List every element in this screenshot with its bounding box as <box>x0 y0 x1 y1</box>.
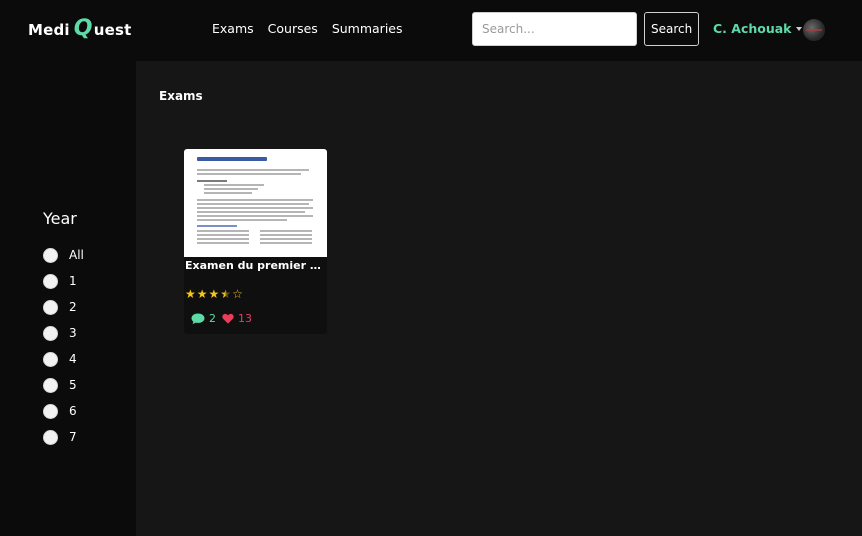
year-option-2[interactable]: 2 <box>43 294 84 320</box>
thumbnail-text-line <box>260 242 312 244</box>
thumbnail-text-line <box>197 219 287 221</box>
year-option-label: 5 <box>69 378 77 392</box>
star-full-icon: ★ <box>208 287 220 301</box>
thumbnail-text-line <box>260 230 312 232</box>
exam-card-title[interactable]: Examen du premier tri... <box>184 259 327 272</box>
rating-stars: ★ ★ ★ ★ ☆ <box>185 288 243 300</box>
year-option-label: 3 <box>69 326 77 340</box>
year-option-5[interactable]: 5 <box>43 372 84 398</box>
main-content: Exams Examen du premier tri... ★ ★ ★ ★ ☆… <box>136 61 862 536</box>
year-option-7[interactable]: 7 <box>43 424 84 450</box>
brand-suffix: uest <box>93 21 132 39</box>
user-menu[interactable]: C. Achouak <box>713 21 802 36</box>
year-option-3[interactable]: 3 <box>43 320 84 346</box>
year-radio[interactable] <box>43 325 58 341</box>
comment-count: 2 <box>209 312 216 325</box>
star-full-icon: ★ <box>185 287 196 301</box>
thumbnail-text-line <box>197 230 249 232</box>
thumbnail-text-line <box>260 238 312 240</box>
brand-logo[interactable]: Medi Q uest <box>28 18 131 40</box>
thumbnail-heading-line <box>197 157 267 161</box>
exam-thumbnail[interactable] <box>184 149 327 257</box>
year-option-label: 4 <box>69 352 77 366</box>
thumbnail-text-line <box>204 192 252 194</box>
nav-link-courses[interactable]: Courses <box>268 21 318 36</box>
thumbnail-text-line <box>197 173 301 175</box>
nav-link-summaries[interactable]: Summaries <box>332 21 403 36</box>
thumbnail-text-line <box>197 215 313 217</box>
year-option-label: 2 <box>69 300 77 314</box>
thumbnail-text-line <box>197 234 249 236</box>
year-option-label: 6 <box>69 404 77 418</box>
search-input[interactable] <box>472 12 637 46</box>
year-radio[interactable] <box>43 273 58 289</box>
thumbnail-text-line <box>197 180 227 182</box>
search-button[interactable]: Search <box>644 12 699 46</box>
comment-icon <box>191 313 205 324</box>
thumbnail-text-line <box>197 242 249 244</box>
year-filter-options: All 1 2 3 4 5 6 7 <box>43 242 84 450</box>
brand-q: Q <box>73 16 93 41</box>
section-title: Exams <box>159 89 203 103</box>
thumbnail-text-line <box>197 207 313 209</box>
year-filter-title: Year <box>43 209 77 228</box>
user-name: C. Achouak <box>713 21 792 36</box>
year-radio[interactable] <box>43 377 58 393</box>
year-option-4[interactable]: 4 <box>43 346 84 372</box>
avatar[interactable] <box>803 19 825 41</box>
card-stats: 2 13 <box>191 312 252 325</box>
thumbnail-text-line <box>204 184 264 186</box>
year-option-1[interactable]: 1 <box>43 268 84 294</box>
year-option-6[interactable]: 6 <box>43 398 84 424</box>
thumbnail-text-line <box>197 225 237 227</box>
thumbnail-text-line <box>260 234 312 236</box>
star-empty-icon: ☆ <box>232 287 243 301</box>
year-radio[interactable] <box>43 351 58 367</box>
nav-link-exams[interactable]: Exams <box>212 21 254 36</box>
year-option-label: 1 <box>69 274 77 288</box>
year-option-label: 7 <box>69 430 77 444</box>
thumbnail-text-line <box>197 203 309 205</box>
year-option-label: All <box>69 248 84 262</box>
year-radio[interactable] <box>43 247 58 263</box>
year-option-all[interactable]: All <box>43 242 84 268</box>
thumbnail-text-line <box>197 211 305 213</box>
star-half-icon: ★ <box>220 287 232 301</box>
like-count: 13 <box>238 312 252 325</box>
brand-prefix: Medi <box>28 21 70 39</box>
thumbnail-text-line <box>197 199 313 201</box>
year-radio[interactable] <box>43 429 58 445</box>
year-radio[interactable] <box>43 403 58 419</box>
thumbnail-text-line <box>197 238 249 240</box>
year-radio[interactable] <box>43 299 58 315</box>
thumbnail-text-line <box>204 188 258 190</box>
heart-icon[interactable] <box>222 313 234 324</box>
thumbnail-text-line <box>197 169 309 171</box>
sidebar: Year All 1 2 3 4 5 6 7 <box>0 61 136 536</box>
exam-card[interactable]: Examen du premier tri... ★ ★ ★ ★ ☆ 2 13 <box>184 149 327 334</box>
nav-links: Exams Courses Summaries <box>212 21 403 36</box>
top-navbar: Medi Q uest Exams Courses Summaries Sear… <box>0 0 862 61</box>
star-full-icon: ★ <box>196 287 208 301</box>
chevron-down-icon <box>795 26 802 31</box>
